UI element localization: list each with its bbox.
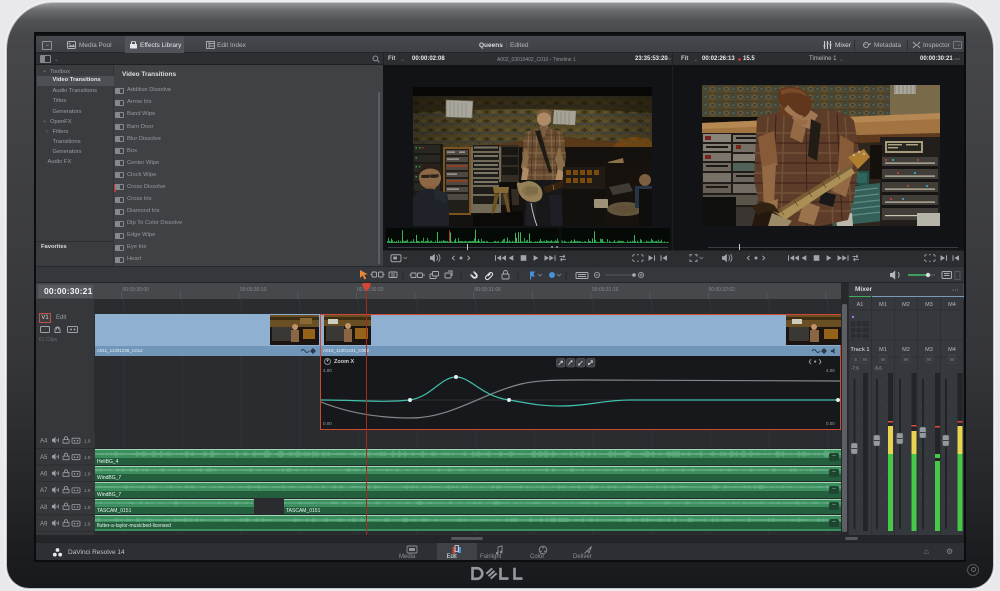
svg-text:M: M <box>881 357 885 362</box>
svg-text:M2: M2 <box>902 302 910 308</box>
svg-text:M3: M3 <box>925 302 933 308</box>
svg-text:M2: M2 <box>902 347 910 353</box>
svg-text:1.0: 1.0 <box>84 505 91 510</box>
svg-text:M4: M4 <box>948 347 956 353</box>
svg-text:M: M <box>927 357 931 362</box>
svg-text:A7: A7 <box>40 488 48 494</box>
svg-text:M1: M1 <box>879 302 887 308</box>
svg-text:M3: M3 <box>925 347 933 353</box>
svg-text:S: S <box>854 357 857 362</box>
svg-text:1.0: 1.0 <box>84 488 91 493</box>
svg-text:-5.6: -5.6 <box>874 366 882 371</box>
svg-text:M: M <box>950 357 954 362</box>
svg-text:1.0: 1.0 <box>84 472 91 477</box>
svg-text:Track 1: Track 1 <box>851 347 870 353</box>
svg-text:M1: M1 <box>879 347 887 353</box>
svg-text:A5: A5 <box>40 455 48 461</box>
svg-text:M4: M4 <box>948 302 956 308</box>
svg-text:A8: A8 <box>40 505 48 511</box>
svg-text:1.0: 1.0 <box>84 439 91 444</box>
svg-text:M: M <box>904 357 908 362</box>
svg-text:A6: A6 <box>40 472 48 478</box>
svg-text:A1: A1 <box>857 302 864 308</box>
svg-text:1.0: 1.0 <box>84 521 91 526</box>
svg-text:M: M <box>863 357 867 362</box>
svg-text:-7.6: -7.6 <box>851 366 859 371</box>
svg-text:A9: A9 <box>40 521 48 527</box>
svg-text:A4: A4 <box>40 439 48 445</box>
svg-text:1.0: 1.0 <box>84 455 91 460</box>
